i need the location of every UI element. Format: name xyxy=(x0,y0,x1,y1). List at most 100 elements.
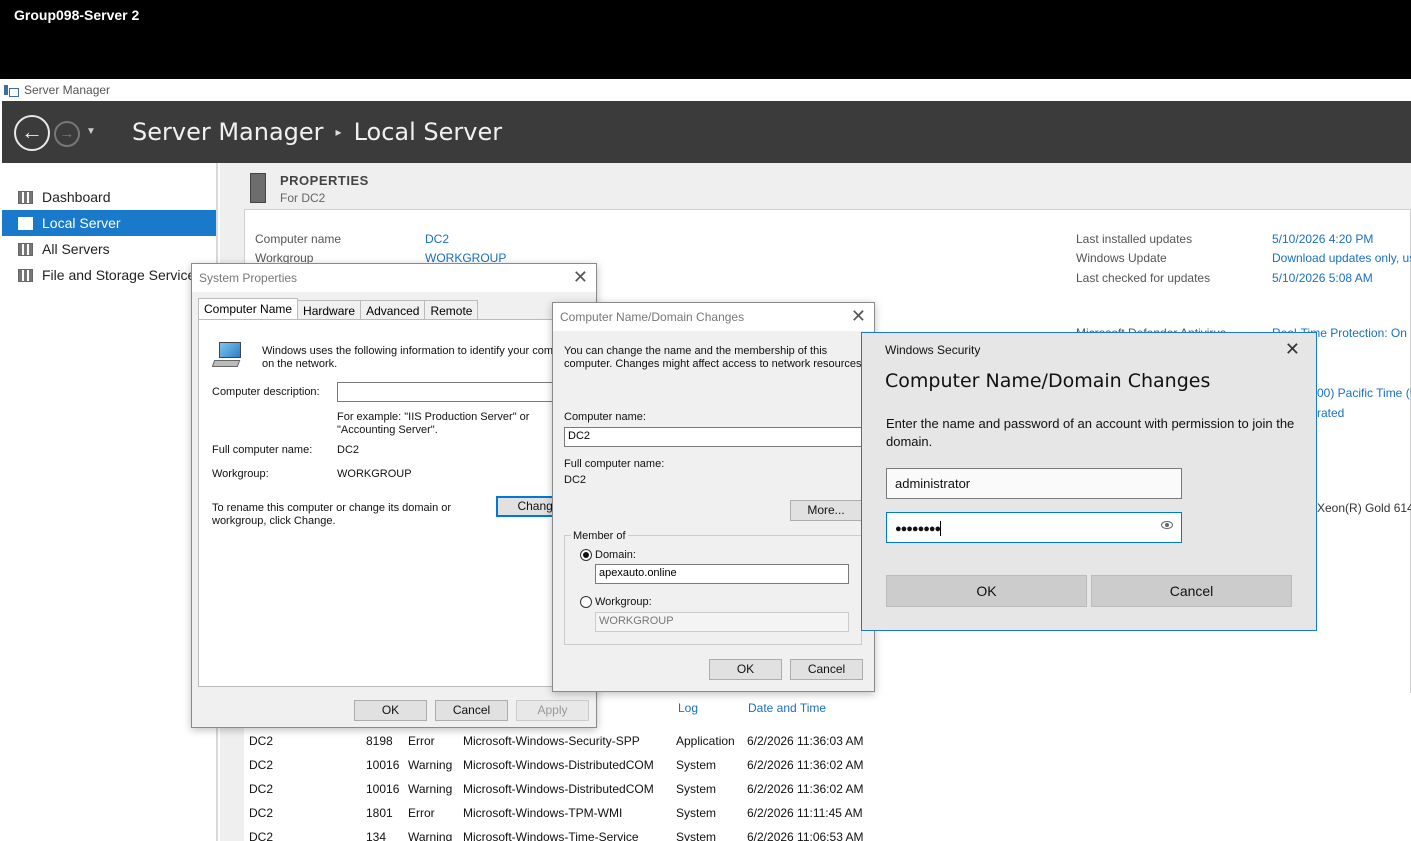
cell-id: 134 xyxy=(366,830,387,841)
intro-text-2: computer. Changes might affect access to… xyxy=(564,358,865,370)
close-icon[interactable]: ✕ xyxy=(573,267,588,287)
windows-update-link[interactable]: Download updates only, us xyxy=(1272,251,1411,265)
sidebar: Dashboard Local Server All Servers File … xyxy=(2,163,218,841)
cell-server: DC2 xyxy=(249,806,274,820)
domain-label: Domain: xyxy=(595,549,636,561)
timezone-link[interactable]: 00) Pacific Time (U xyxy=(1317,386,1411,400)
more-button[interactable]: More... xyxy=(790,500,862,521)
ok-button[interactable]: OK xyxy=(354,700,427,721)
sidebar-item-file-storage[interactable]: File and Storage Services xyxy=(2,262,216,288)
column-header-log[interactable]: Log xyxy=(678,701,698,715)
windows-update-label: Windows Update xyxy=(1076,251,1167,265)
windows-security-dialog: Windows Security ✕ Computer Name/Domain … xyxy=(861,332,1317,631)
cancel-button[interactable]: Cancel xyxy=(435,700,508,721)
tab-computer-name[interactable]: Computer Name xyxy=(198,298,299,321)
history-dropdown-icon[interactable]: ▼ xyxy=(86,126,96,137)
window-title: Server Manager xyxy=(24,83,111,97)
cell-date: 6/2/2026 11:36:03 AM xyxy=(747,734,864,748)
cell-server: DC2 xyxy=(249,830,274,841)
computer-name-link[interactable]: DC2 xyxy=(425,232,449,246)
computer-name-label: Computer name xyxy=(255,232,342,246)
sidebar-item-local-server[interactable]: Local Server xyxy=(2,210,216,236)
cell-log: System xyxy=(676,758,717,772)
password-mask: ●●●●●●●● xyxy=(895,523,941,535)
ok-button[interactable]: OK xyxy=(709,659,782,680)
cell-severity: Warning xyxy=(408,758,453,772)
table-row[interactable]: DC2 10016 Warning Microsoft-Windows-Distrib… xyxy=(249,782,889,806)
dialog-heading: Computer Name/Domain Changes xyxy=(885,370,1211,392)
domain-input[interactable]: apexauto.online xyxy=(595,564,849,584)
dialog-titlebar: System Properties ✕ xyxy=(192,264,596,292)
last-installed-link[interactable]: 5/10/2026 4:20 PM xyxy=(1272,232,1373,246)
domain-changes-dialog: Computer Name/Domain Changes ✕ You can c… xyxy=(552,302,875,692)
cell-id: 8198 xyxy=(366,734,393,748)
intro-text: You can change the name and the membersh… xyxy=(564,345,828,357)
dialog-instructions: Enter the name and password of an accoun… xyxy=(886,416,1295,449)
back-arrow-icon[interactable]: ← xyxy=(14,115,50,151)
cell-source: Microsoft-Windows-DistributedCOM xyxy=(463,782,654,796)
cell-date: 6/2/2026 11:36:02 AM xyxy=(747,758,864,772)
dashboard-icon xyxy=(18,190,33,204)
rdp-title: Group098-Server 2 xyxy=(14,7,140,23)
cancel-button[interactable]: Cancel xyxy=(1091,575,1292,607)
cell-severity: Error xyxy=(408,734,435,748)
cell-server: DC2 xyxy=(249,782,274,796)
forward-arrow-icon[interactable]: → xyxy=(54,121,80,147)
breadcrumb-page: Local Server xyxy=(353,118,503,146)
properties-title: PROPERTIES xyxy=(280,173,369,188)
properties-header: PROPERTIES For DC2 xyxy=(250,173,369,205)
table-row[interactable]: DC2 1801 Error Microsoft-Windows-TPM-WMI Sys… xyxy=(249,806,889,830)
column-header-date[interactable]: Date and Time xyxy=(748,701,826,715)
last-checked-link[interactable]: 5/10/2026 5:08 AM xyxy=(1272,271,1373,285)
cell-severity: Warning xyxy=(408,782,453,796)
workgroup-radio[interactable] xyxy=(580,596,592,608)
workgroup-input[interactable]: WORKGROUP xyxy=(595,612,849,632)
table-row[interactable]: DC2 10016 Warning Microsoft-Windows-Distrib… xyxy=(249,758,889,782)
window-titlebar: Server Manager xyxy=(0,79,1411,101)
cell-server: DC2 xyxy=(249,758,274,772)
username-field[interactable]: administrator xyxy=(886,468,1182,499)
breadcrumb-root[interactable]: Server Manager xyxy=(132,118,324,146)
cell-date: 6/2/2026 11:06:53 AM xyxy=(747,830,864,841)
cell-source: Microsoft-Windows-TPM-WMI xyxy=(463,806,623,820)
activation-link[interactable]: rated xyxy=(1317,406,1344,420)
rename-text-2: workgroup, click Change. xyxy=(212,515,336,527)
ok-button[interactable]: OK xyxy=(886,575,1087,607)
workgroup-value: WORKGROUP xyxy=(337,468,412,480)
computer-name-tab-page: Windows uses the following information t… xyxy=(198,319,591,687)
computer-name-input[interactable]: DC2 xyxy=(564,427,874,447)
cell-log: System xyxy=(676,830,717,841)
apply-button[interactable]: Apply xyxy=(516,700,589,721)
dialog-caption: Windows Security xyxy=(885,343,981,357)
table-row[interactable]: DC2 8198 Error Microsoft-Windows-Security-S… xyxy=(249,734,889,758)
example-text: For example: "IIS Production Server" or xyxy=(337,411,530,423)
reveal-password-icon[interactable] xyxy=(1161,521,1173,529)
cell-date: 6/2/2026 11:11:45 AM xyxy=(747,806,863,820)
system-properties-dialog: System Properties ✕ Computer Name Hardwa… xyxy=(191,263,597,728)
cell-source: Microsoft-Windows-DistributedCOM xyxy=(463,758,654,772)
rename-text: To rename this computer or change its do… xyxy=(212,502,452,514)
close-icon[interactable]: ✕ xyxy=(1285,339,1300,360)
password-field[interactable]: ●●●●●●●● xyxy=(886,512,1182,543)
properties-subtitle: For DC2 xyxy=(280,191,326,205)
intro-text: Windows uses the following information t… xyxy=(262,345,566,357)
domain-radio[interactable] xyxy=(580,549,592,561)
last-checked-label: Last checked for updates xyxy=(1076,271,1211,285)
table-row[interactable]: DC2 134 Warning Microsoft-Windows-Time-Serv… xyxy=(249,830,889,841)
cell-log: System xyxy=(676,782,717,796)
computer-icon xyxy=(211,342,245,368)
storage-icon xyxy=(18,268,33,282)
cell-source: Microsoft-Windows-Security-SPP xyxy=(463,734,640,748)
sidebar-item-label: Dashboard xyxy=(42,189,111,205)
sidebar-item-label: All Servers xyxy=(42,241,110,257)
servers-icon xyxy=(18,242,33,256)
cell-id: 1801 xyxy=(366,806,393,820)
close-icon[interactable]: ✕ xyxy=(851,306,866,326)
full-name-value: DC2 xyxy=(564,474,587,486)
sidebar-item-dashboard[interactable]: Dashboard xyxy=(2,184,216,210)
server-manager-icon xyxy=(4,84,19,97)
dialog-title: Computer Name/Domain Changes xyxy=(560,310,745,324)
cell-id: 10016 xyxy=(366,758,400,772)
cancel-button[interactable]: Cancel xyxy=(790,659,863,680)
sidebar-item-all-servers[interactable]: All Servers xyxy=(2,236,216,262)
